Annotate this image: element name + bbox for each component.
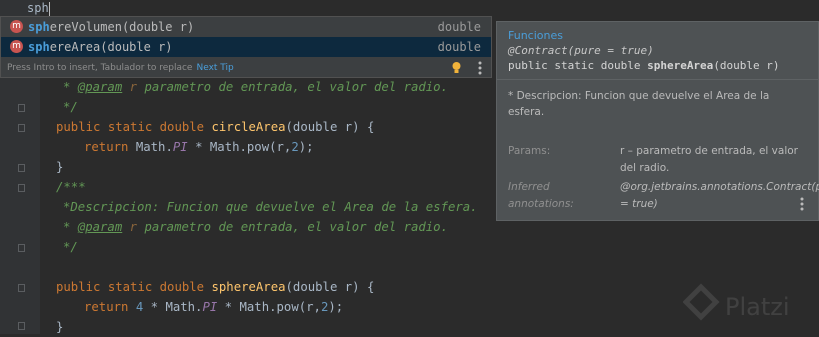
method-icon: m <box>10 20 23 33</box>
completion-item-name: sphereArea(double r) <box>28 40 173 54</box>
completion-item-type: double <box>437 20 481 34</box>
doc-divider <box>497 79 818 80</box>
fold-marker[interactable] <box>18 322 25 330</box>
svg-text:Platzi: Platzi <box>725 293 790 321</box>
code-line[interactable]: */ <box>63 237 78 257</box>
fold-marker[interactable] <box>18 284 25 292</box>
doc-class-name[interactable]: Funciones <box>508 28 563 44</box>
code-line[interactable]: public static double circleArea(double r… <box>56 117 374 137</box>
lightbulb-icon[interactable] <box>452 62 461 74</box>
code-line[interactable]: } <box>56 157 63 177</box>
completion-popup: m sphereVolumen(double r) double m spher… <box>0 16 492 78</box>
code-line[interactable]: } <box>56 317 63 337</box>
code-line[interactable]: public static double sphereArea(double r… <box>56 277 374 297</box>
next-tip-link[interactable]: Next Tip <box>196 63 233 73</box>
fold-marker[interactable] <box>18 184 25 192</box>
code-line[interactable]: /*** <box>56 177 86 197</box>
code-line[interactable]: return Math.PI * Math.pow(r,2); <box>84 137 314 157</box>
fold-marker[interactable] <box>18 104 25 112</box>
fold-marker[interactable] <box>18 244 25 252</box>
doc-description: * Descripcion: Funcion que devuelve el A… <box>508 90 770 118</box>
hint-text: Press Intro to insert, Tabulador to repl… <box>7 63 193 73</box>
params-label: Params: <box>508 145 551 157</box>
completion-item-selected[interactable]: m sphereArea(double r) double <box>1 37 491 57</box>
documentation-popup: Funciones @Contract(pure = true) public … <box>496 21 819 221</box>
doc-annotation: @Contract(pure = true) <box>508 44 654 57</box>
completion-item-name: sphereVolumen(double r) <box>28 20 195 34</box>
doc-signature: public static double sphereArea(double r… <box>508 59 780 72</box>
completion-hint: Press Intro to insert, Tabulador to repl… <box>7 61 234 75</box>
text-caret <box>48 1 50 16</box>
platzi-logo: Platzi <box>683 283 790 321</box>
completion-item[interactable]: m sphereVolumen(double r) double <box>1 17 491 37</box>
code-line[interactable]: *Descripcion: Funcion que devuelve el Ar… <box>63 197 478 217</box>
more-options-icon[interactable] <box>800 197 804 211</box>
fold-marker[interactable] <box>18 164 25 172</box>
more-options-icon[interactable] <box>478 61 482 75</box>
inferred-value: @org.jetbrains.annotations.Contract(pure… <box>620 181 819 210</box>
inferred-label: Inferred annotations: <box>508 181 574 210</box>
fold-marker[interactable] <box>18 124 25 132</box>
code-line[interactable]: * @param r parametro de entrada, el valo… <box>63 217 448 237</box>
typed-text: sph <box>27 1 49 15</box>
params-value: r – parametro de entrada, el valor del r… <box>620 145 798 174</box>
method-icon: m <box>10 40 23 53</box>
completion-item-type: double <box>437 40 481 54</box>
typed-text-line[interactable]: sph <box>27 0 50 16</box>
code-line[interactable]: return 4 * Math.PI * Math.pow(r,2); <box>84 297 343 317</box>
code-line[interactable]: */ <box>63 97 78 117</box>
code-line[interactable]: * @param r parametro de entrada, el valo… <box>63 77 448 97</box>
